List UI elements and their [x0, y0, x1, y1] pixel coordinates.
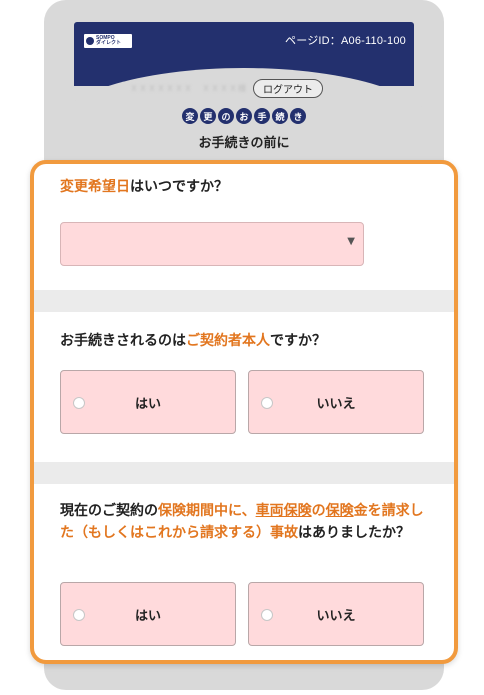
tag-char: お: [236, 108, 252, 124]
section-divider: [34, 462, 454, 484]
question-highlight: ご契約者本人: [186, 333, 270, 349]
vehicle-insurance-link[interactable]: 車両保険: [256, 503, 312, 519]
logout-button[interactable]: ログアウト: [253, 78, 323, 98]
user-name: ＸＸＸＸＸＸＸ ＸＸＸＸ様: [130, 83, 247, 93]
tag-char: 変: [182, 108, 198, 124]
question-text: はいつですか？: [130, 179, 228, 195]
question-change-date: 変更希望日はいつですか？: [60, 176, 228, 198]
question-highlight: 保険期間中に、: [158, 503, 256, 519]
tag-char: 続: [272, 108, 288, 124]
question-highlight: 変更希望日: [60, 179, 130, 195]
tag-char: 手: [254, 108, 270, 124]
logo-icon: [86, 37, 94, 45]
contractor-yes-option[interactable]: はい: [60, 370, 236, 434]
page-title: お手続きの前に: [198, 136, 290, 151]
user-row: ＸＸＸＸＸＸＸ ＸＸＸＸ様 ログアウト: [130, 78, 370, 98]
option-label: いいえ: [316, 397, 356, 412]
option-label: いいえ: [316, 609, 356, 624]
question-highlight: の: [311, 503, 326, 519]
question-text: はありましたか？: [298, 525, 410, 541]
procedure-tag: 変 更 の お 手 続 き: [182, 108, 306, 126]
section-divider: [34, 290, 454, 312]
claim-yes-option[interactable]: はい: [60, 582, 236, 646]
change-date-select[interactable]: ▼: [60, 222, 364, 266]
question-claim: 現在のご契約の保険期間中に、車両保険の保険金を請求した（もしくはこれから請求する…: [60, 500, 430, 544]
chevron-down-icon: ▼: [347, 236, 355, 247]
question-text: お手続きされるのは: [60, 333, 186, 349]
app-header: SOMPO ダイレクト ページID：A06-110-100: [54, 22, 434, 128]
tag-char: 更: [200, 108, 216, 124]
question-card: 変更希望日はいつですか？ ▼ お手続きされるのはご契約者本人ですか？ はい いい…: [30, 160, 458, 664]
claim-no-option[interactable]: いいえ: [248, 582, 424, 646]
contractor-no-option[interactable]: いいえ: [248, 370, 424, 434]
option-label: はい: [134, 397, 161, 412]
question-contractor: お手続きされるのはご契約者本人ですか？: [60, 330, 326, 352]
sompo-logo: SOMPO ダイレクト: [84, 34, 132, 48]
question-text: ですか？: [270, 333, 326, 349]
tag-char: き: [290, 108, 306, 124]
page-id: ページID：A06-110-100: [285, 35, 406, 47]
logo-text: SOMPO ダイレクト: [96, 35, 122, 46]
option-label: はい: [134, 609, 161, 624]
tag-char: の: [218, 108, 234, 124]
question-text: 現在のご契約の: [60, 503, 158, 519]
insurance-link[interactable]: 保険: [326, 503, 354, 519]
